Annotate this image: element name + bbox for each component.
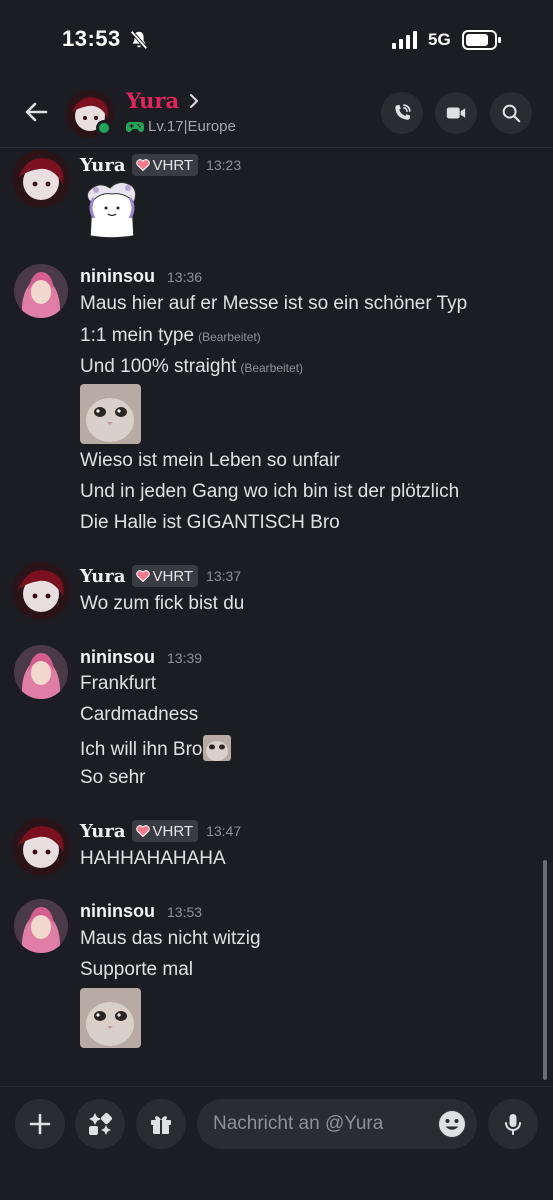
- role-badge[interactable]: VHRT: [131, 154, 199, 176]
- timestamp: 13:53: [167, 903, 203, 920]
- apps-sparkle-icon: [89, 1112, 112, 1135]
- username[interactable]: nininsou: [80, 647, 155, 668]
- video-call-button[interactable]: [435, 92, 477, 134]
- badge-label: VHRT: [152, 822, 194, 840]
- message-header: Yura VHRT 13:37: [80, 565, 241, 587]
- message-text[interactable]: Und in jeden Gang wo ich bin ist der plö…: [80, 481, 459, 503]
- gift-button[interactable]: [136, 1099, 186, 1149]
- battery-icon: [462, 30, 501, 50]
- dm-header: Yura Lv.17|Europe: [0, 80, 553, 148]
- heart-icon: [135, 825, 150, 837]
- voice-call-button[interactable]: [381, 92, 423, 134]
- inline-image[interactable]: [202, 735, 231, 761]
- chevron-right-icon[interactable]: [188, 93, 200, 109]
- username[interactable]: nininsou: [80, 901, 155, 922]
- add-attachment-button[interactable]: [15, 1099, 65, 1149]
- gift-icon: [151, 1116, 171, 1134]
- search-button[interactable]: [490, 92, 532, 134]
- microphone-icon: [505, 1114, 521, 1135]
- avatar[interactable]: [12, 562, 70, 620]
- network-type: 5G: [428, 30, 451, 49]
- phone-icon: [395, 104, 411, 120]
- message-group: Yura VHRT 13:23: [0, 148, 553, 248]
- message-header: nininsou 13:53: [80, 901, 202, 922]
- apps-button[interactable]: [75, 1099, 125, 1149]
- dm-activity: Lv.17|Europe: [126, 118, 236, 135]
- heart-icon: [135, 159, 150, 171]
- message-group: nininsou 13:39 Frankfurt Cardmadness Ich…: [0, 643, 553, 798]
- message-text[interactable]: Supporte mal: [80, 959, 193, 981]
- sticker-image[interactable]: [84, 178, 140, 240]
- message-group: nininsou 13:53 Maus das nicht witzig Sup…: [0, 897, 553, 1052]
- image-attachment[interactable]: [80, 988, 141, 1048]
- message-text[interactable]: So sehr: [80, 767, 145, 789]
- scrollbar[interactable]: [543, 860, 547, 1080]
- message-text[interactable]: Ich will ihn Bro: [80, 735, 231, 761]
- bell-muted-icon: [130, 30, 148, 50]
- activity-text: Lv.17|Europe: [148, 118, 236, 135]
- message-group: Yura VHRT 13:37 Wo zum fick bist du: [0, 560, 553, 630]
- username[interactable]: Yura: [80, 155, 126, 176]
- dm-username[interactable]: Yura: [126, 88, 179, 113]
- edited-label: (Bearbeitet): [198, 330, 261, 344]
- message-text[interactable]: Cardmadness: [80, 704, 198, 726]
- gamepad-icon: [126, 121, 144, 132]
- message-input[interactable]: [197, 1099, 477, 1149]
- heart-icon: [135, 570, 150, 582]
- timestamp: 13:23: [206, 157, 242, 173]
- composer-bar: [0, 1086, 553, 1200]
- username[interactable]: Yura: [80, 566, 126, 587]
- avatar[interactable]: [14, 645, 68, 699]
- timestamp: 13:37: [206, 568, 242, 584]
- timestamp: 13:39: [167, 649, 203, 666]
- plus-icon: [29, 1113, 51, 1135]
- message-text[interactable]: Maus hier auf er Messe ist so ein schöne…: [80, 293, 467, 315]
- message-text[interactable]: HAHHAHAHAHA: [80, 848, 226, 870]
- video-camera-icon: [446, 107, 466, 119]
- signal-icon: [392, 31, 417, 49]
- message-header: nininsou 13:39: [80, 647, 202, 668]
- message-text[interactable]: Wo zum fick bist du: [80, 593, 244, 615]
- message-text[interactable]: Wieso ist mein Leben so unfair: [80, 450, 340, 472]
- username[interactable]: Yura: [80, 821, 126, 842]
- message-group: Yura VHRT 13:47 HAHHAHAHAHA: [0, 816, 553, 876]
- message-header: nininsou 13:36: [80, 266, 202, 287]
- message-text[interactable]: 1:1 mein type (Bearbeitet): [80, 325, 261, 347]
- badge-label: VHRT: [152, 156, 194, 174]
- online-status-dot: [96, 120, 112, 136]
- badge-label: VHRT: [152, 567, 194, 585]
- username[interactable]: nininsou: [80, 266, 155, 287]
- message-text[interactable]: Und 100% straight (Bearbeitet): [80, 356, 303, 378]
- avatar[interactable]: [12, 818, 70, 876]
- timestamp: 13:47: [206, 823, 242, 839]
- message-header: Yura VHRT 13:23: [80, 154, 241, 176]
- avatar[interactable]: [12, 150, 70, 208]
- timestamp: 13:36: [167, 268, 203, 285]
- voice-message-button[interactable]: [488, 1099, 538, 1149]
- search-icon: [502, 104, 521, 123]
- status-bar: 13:53 5G: [0, 0, 553, 80]
- role-badge[interactable]: VHRT: [131, 565, 199, 587]
- message-text[interactable]: Die Halle ist GIGANTISCH Bro: [80, 512, 340, 534]
- message-text[interactable]: Maus das nicht witzig: [80, 928, 261, 950]
- edited-label: (Bearbeitet): [240, 361, 304, 375]
- role-badge[interactable]: VHRT: [131, 820, 199, 842]
- image-attachment[interactable]: [80, 384, 141, 444]
- emoji-icon[interactable]: [437, 1109, 467, 1139]
- message-header: Yura VHRT 13:47: [80, 820, 241, 842]
- message-text[interactable]: Frankfurt: [80, 673, 156, 695]
- message-group: nininsou 13:36 Maus hier auf er Messe is…: [0, 262, 553, 542]
- status-time: 13:53: [62, 26, 121, 51]
- avatar[interactable]: [14, 264, 68, 318]
- back-arrow-icon[interactable]: [22, 98, 50, 126]
- avatar[interactable]: [14, 899, 68, 953]
